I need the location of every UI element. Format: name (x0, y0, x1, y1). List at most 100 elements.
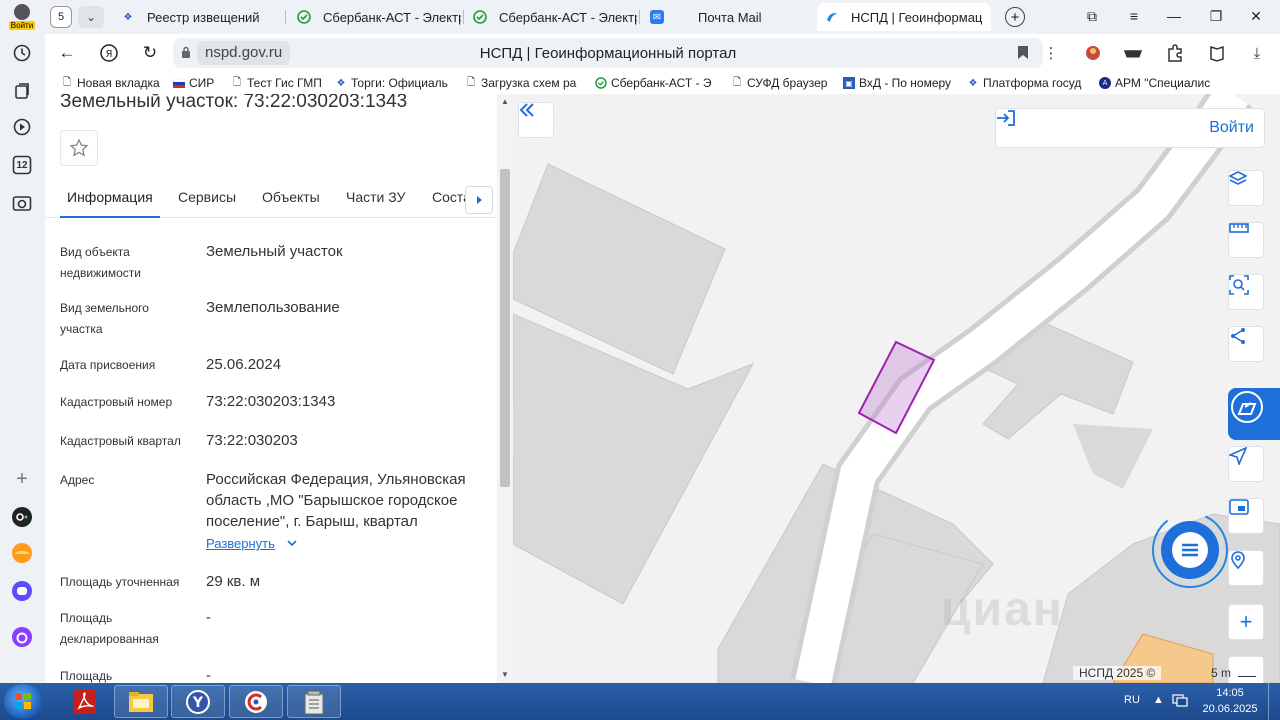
tab-information[interactable]: Информация (60, 176, 160, 218)
tab-parcel-parts[interactable]: Части ЗУ (346, 176, 405, 218)
watermark-text: циан (941, 583, 1064, 636)
tab-count[interactable]: 5 (50, 6, 72, 28)
back-arrow-icon[interactable]: ← (56, 42, 78, 64)
new-tab-button[interactable]: + (1005, 7, 1025, 27)
archive-app-icon[interactable] (287, 685, 341, 718)
more-options-icon[interactable]: ⋮ (1041, 43, 1061, 63)
prop-label: Площадь декларированная (60, 611, 159, 646)
calendar-badge-icon[interactable]: 12 (11, 154, 33, 176)
play-icon[interactable] (11, 116, 33, 138)
bookmark-item[interactable]: ❖ Платформа госуд (967, 75, 1085, 91)
tab-sberbank-2[interactable]: Сбербанк-АСТ - Электр (465, 3, 637, 31)
profile-login-button[interactable]: Войти (5, 2, 39, 32)
page-icon: 🗋 (232, 76, 242, 88)
share-button[interactable] (1228, 326, 1264, 362)
bookmark-item[interactable]: ❖ Торги: Официаль (335, 75, 453, 91)
yandex-browser-app-icon[interactable]: Y (171, 685, 225, 718)
bookmark-item[interactable]: A АРМ "Специалис (1099, 75, 1219, 91)
bookmark-item[interactable]: 🗋 Тест Гис ГМП (231, 75, 329, 91)
windows-taskbar: Y RU ▲ 14:05 20.06.2025 (0, 683, 1280, 720)
scroll-up-icon[interactable]: ▲ (501, 97, 509, 106)
expand-label: Развернуть (206, 536, 275, 551)
screenshot-icon[interactable] (11, 192, 33, 214)
scrollbar-thumb[interactable] (500, 169, 510, 487)
extension-hat-icon[interactable] (1123, 43, 1143, 63)
prop-label: Кадастровый квартал (60, 434, 181, 448)
ruler-button[interactable] (1228, 222, 1264, 258)
tab-sberbank-1[interactable]: Сбербанк-АСТ - Электр (289, 3, 461, 31)
user-avatar-icon (14, 4, 30, 20)
geo-search-button[interactable] (1228, 550, 1264, 586)
clock-date[interactable]: 20.06.2025 (1200, 703, 1260, 715)
bookmark-item[interactable]: 🗋 Новая вкладка (61, 75, 165, 91)
tab-title: Сбербанк-АСТ - Электр (499, 9, 637, 25)
favorite-button[interactable] (60, 130, 98, 166)
download-icon[interactable]: ⤓ (1247, 43, 1267, 63)
reload-icon[interactable]: ↻ (139, 42, 161, 64)
draw-tool-button[interactable] (1228, 388, 1280, 440)
browser-sidebar: Войти 12 + (0, 0, 45, 683)
map-copyright: НСПД 2025 © (1073, 666, 1162, 680)
explorer-app-icon[interactable] (114, 685, 168, 718)
tab-registry[interactable]: ❖ Реестр извещений (113, 3, 283, 31)
bookmark-item[interactable]: 🗋 СУФД браузер (731, 75, 833, 91)
collapse-panel-button[interactable] (518, 102, 554, 138)
tab-objects[interactable]: Объекты (262, 176, 320, 218)
tab-list-chevron-icon[interactable]: ⌄ (78, 6, 104, 28)
disk-app-icon[interactable] (11, 542, 33, 564)
tab-mail[interactable]: ✉ Почта Mail (642, 3, 812, 31)
url-box[interactable]: nspd.gov.ru НСПД | Геоинформационный пор… (173, 38, 1043, 68)
extensions-puzzle-icon[interactable] (1165, 43, 1185, 63)
restore-icon[interactable]: ❐ (1207, 8, 1225, 25)
map-login-button[interactable]: Войти (995, 108, 1265, 148)
add-sidebar-icon[interactable]: + (11, 468, 33, 490)
yandex-logo-icon[interactable]: Я (98, 42, 120, 64)
collections-window-icon[interactable]: ⧉ (1083, 8, 1101, 25)
language-indicator[interactable]: RU (1124, 694, 1140, 706)
scroll-down-icon[interactable]: ▼ (501, 670, 509, 679)
close-tab-icon[interactable]: ✕ (990, 10, 991, 24)
close-window-icon[interactable]: ✕ (1247, 8, 1265, 25)
bookmark-item[interactable]: ▣ ВхД - По номеру (843, 75, 957, 91)
clock-time[interactable]: 14:05 (1200, 687, 1260, 699)
gerb-icon: ❖ (336, 77, 346, 89)
bookmark-item[interactable]: Сбербанк-АСТ - Э (595, 75, 717, 91)
minimize-icon[interactable]: — (1165, 8, 1183, 24)
locate-button[interactable] (1228, 446, 1264, 482)
prop-value: - (206, 667, 211, 683)
minimap-button[interactable] (1228, 498, 1264, 534)
messenger-app-icon[interactable] (11, 580, 33, 602)
crypto-app-icon[interactable] (229, 685, 283, 718)
bookmark-icon[interactable] (1017, 45, 1029, 60)
map-scale: 5 m (1211, 666, 1257, 680)
tabs-scroll-right-button[interactable] (465, 186, 493, 214)
pdf-app-icon[interactable] (58, 685, 112, 718)
start-button[interactable] (4, 684, 42, 719)
menu-icon[interactable]: ≡ (1125, 8, 1143, 24)
prop-label: Вид земельного участка (60, 301, 149, 336)
chat-button[interactable] (1150, 510, 1228, 588)
bookmark-item[interactable]: СИР (173, 75, 223, 91)
panel-scrollbar[interactable]: ▲ ▼ (497, 94, 513, 683)
tab-nspd[interactable]: НСПД | Геоинформац ✕ (817, 3, 991, 31)
map-view[interactable]: циан Войти + НСПД 2025 © 5 m (513, 94, 1280, 683)
area-search-button[interactable] (1228, 274, 1264, 310)
extension-mascot-icon[interactable] (1083, 43, 1103, 63)
show-desktop-button[interactable] (1268, 683, 1280, 720)
zoom-in-button[interactable]: + (1228, 604, 1264, 640)
collections-icon[interactable] (11, 80, 33, 102)
parcel-info-panel: Земельный участок: 73:22:030203:1343 Инф… (45, 94, 513, 683)
collections-toolbar-icon[interactable] (1207, 43, 1227, 63)
alice-app-icon[interactable] (11, 506, 33, 528)
page-icon: 🗋 (732, 76, 742, 88)
bookmark-item[interactable]: 🗋 Загрузка схем ра (465, 75, 583, 91)
alice-assistant-icon[interactable] (11, 626, 33, 648)
layers-button[interactable] (1228, 170, 1264, 206)
tray-expand-icon[interactable]: ▲ (1153, 694, 1164, 706)
history-icon[interactable] (11, 42, 33, 64)
tab-services[interactable]: Сервисы (178, 176, 236, 218)
network-icon[interactable] (1172, 693, 1188, 710)
prop-label: Площадь уточненная (60, 575, 180, 589)
calendar-badge-count: 12 (16, 159, 28, 171)
expand-link[interactable]: Развернуть (206, 536, 297, 551)
